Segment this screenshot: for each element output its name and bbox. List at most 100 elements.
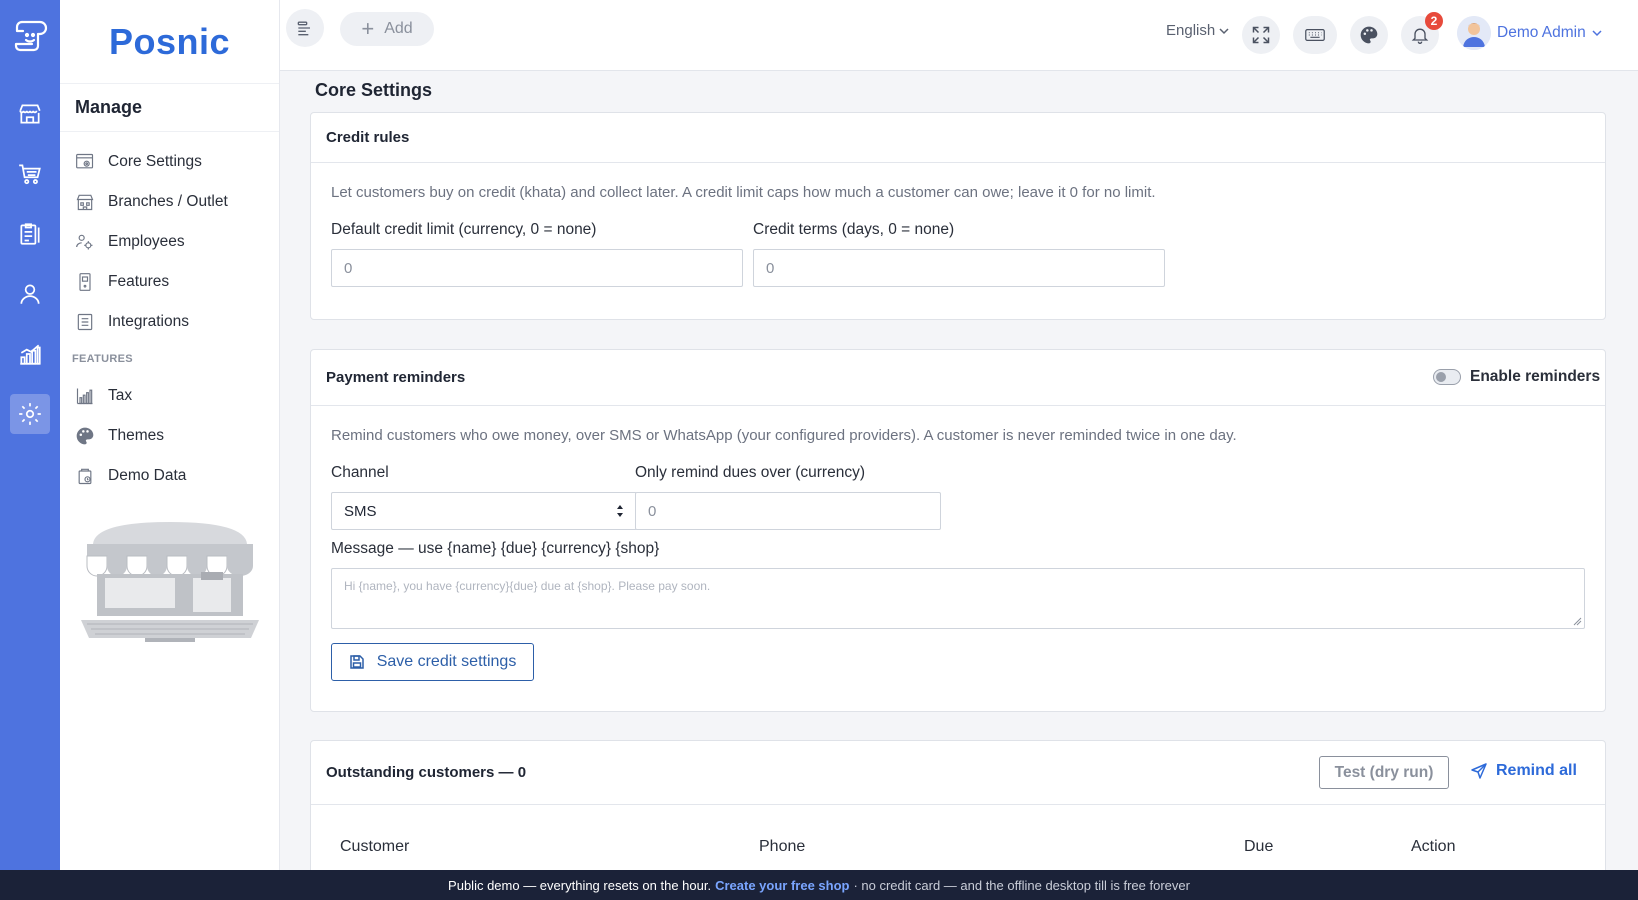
sidebar-item-features[interactable]: Features bbox=[60, 262, 279, 302]
main-content: Core Settings Credit rules Let customers… bbox=[280, 71, 1638, 870]
chevron-down-icon bbox=[1592, 30, 1602, 37]
palette-icon bbox=[76, 427, 94, 445]
page-title: Core Settings bbox=[315, 80, 433, 100]
language-label: English bbox=[1166, 22, 1216, 39]
notification-badge: 2 bbox=[1425, 12, 1443, 30]
sidebar-item-branches[interactable]: Branches / Outlet bbox=[60, 182, 279, 222]
keyboard-icon bbox=[1305, 29, 1325, 41]
column-header-due: Due bbox=[1244, 838, 1274, 855]
default-credit-limit-label: Default credit limit (currency, 0 = none… bbox=[331, 221, 597, 238]
outstanding-customers-card: Outstanding customers — 0 Test (dry run)… bbox=[310, 740, 1606, 870]
rail-gear-icon[interactable] bbox=[10, 394, 50, 434]
list-icon bbox=[77, 313, 93, 331]
column-header-phone: Phone bbox=[759, 838, 806, 855]
save-icon bbox=[349, 655, 364, 669]
save-credit-settings-button[interactable]: Save credit settings bbox=[331, 643, 534, 681]
menu-toggle-button[interactable] bbox=[286, 9, 324, 47]
building-icon bbox=[76, 194, 94, 211]
demo-data-icon bbox=[78, 468, 92, 485]
brand-logo[interactable]: Posnic bbox=[60, 0, 279, 84]
payment-reminders-title: Payment reminders bbox=[326, 369, 466, 386]
keyboard-shortcuts-button[interactable] bbox=[1293, 16, 1337, 54]
sidebar-item-tax[interactable]: Tax bbox=[60, 376, 279, 416]
sidebar-item-label: Tax bbox=[108, 387, 133, 404]
bell-icon bbox=[1411, 28, 1429, 44]
user-menu[interactable]: Demo Admin bbox=[1457, 16, 1602, 50]
sidebar-item-label: Core Settings bbox=[108, 153, 202, 170]
resize-handle-icon bbox=[1573, 617, 1582, 626]
message-placeholder: Hi {name}, you have {currency}{due} due … bbox=[344, 579, 711, 593]
save-button-label: Save credit settings bbox=[376, 653, 517, 670]
sidebar-item-integrations[interactable]: Integrations bbox=[60, 302, 279, 342]
banner-text: Public demo — everything resets on the h… bbox=[448, 877, 712, 893]
sidebar-item-label: Themes bbox=[108, 427, 164, 444]
align-left-icon bbox=[297, 21, 310, 36]
language-select[interactable]: English bbox=[1166, 22, 1229, 39]
enable-reminders-label: Enable reminders bbox=[1470, 368, 1601, 385]
card-title: Outstanding customers — 0 Test (dry run)… bbox=[311, 741, 1605, 805]
payment-reminders-help: Remind customers who owe money, over SMS… bbox=[331, 427, 1237, 444]
min-due-input[interactable]: 0 bbox=[635, 492, 941, 530]
create-shop-link[interactable]: Create your free shop bbox=[715, 878, 849, 893]
palette-icon bbox=[1360, 26, 1378, 44]
remind-all-button[interactable]: Remind all bbox=[1471, 762, 1577, 780]
fullscreen-icon bbox=[1252, 26, 1270, 44]
outstanding-title: Outstanding customers — 0 bbox=[326, 764, 527, 781]
sidebar-item-demo-data[interactable]: Demo Data bbox=[60, 456, 279, 496]
channel-select[interactable]: SMS bbox=[331, 492, 637, 530]
message-label: Message — use {name} {due} {currency} {s… bbox=[331, 540, 660, 557]
credit-terms-input[interactable]: 0 bbox=[753, 249, 1165, 287]
sidebar-item-core-settings[interactable]: Core Settings bbox=[60, 142, 279, 182]
column-header-action: Action bbox=[1411, 838, 1456, 855]
credit-terms-label: Credit terms (days, 0 = none) bbox=[753, 221, 955, 238]
user-name: Demo Admin bbox=[1497, 24, 1586, 41]
card-title: Payment reminders Enable reminders bbox=[311, 350, 1605, 406]
credit-rules-card: Credit rules Let customers buy on credit… bbox=[310, 112, 1606, 320]
message-textarea[interactable]: Hi {name}, you have {currency}{due} due … bbox=[331, 568, 1585, 629]
avatar bbox=[1457, 16, 1491, 50]
sidebar-heading: Manage bbox=[60, 84, 279, 132]
column-header-customer: Customer bbox=[340, 838, 410, 855]
rail-cart-icon[interactable] bbox=[10, 154, 50, 194]
send-icon bbox=[1471, 763, 1487, 779]
add-button[interactable]: + Add bbox=[340, 12, 434, 46]
demo-banner: Public demo — everything resets on the h… bbox=[0, 870, 1638, 900]
sidebar-item-label: Integrations bbox=[108, 313, 189, 330]
icon-rail bbox=[0, 0, 60, 870]
add-button-label: Add bbox=[384, 20, 413, 37]
credit-rules-title: Credit rules bbox=[326, 129, 410, 146]
tax-chart-icon bbox=[76, 388, 93, 405]
test-dry-run-button[interactable]: Test (dry run) bbox=[1319, 756, 1449, 789]
settings-window-icon bbox=[76, 153, 94, 169]
sidebar-item-label: Features bbox=[108, 273, 170, 290]
sidebar-section-label: FEATURES bbox=[72, 353, 133, 365]
select-arrows-icon bbox=[617, 505, 623, 517]
theme-button[interactable] bbox=[1350, 16, 1388, 54]
banner-rest-text: · no credit card — and the offline deskt… bbox=[853, 877, 1190, 893]
enable-reminders-toggle[interactable] bbox=[1433, 369, 1461, 385]
min-due-label: Only remind dues over (currency) bbox=[635, 464, 865, 481]
top-bar: + Add English 2 Demo Admin bbox=[280, 0, 1638, 71]
device-icon bbox=[79, 273, 91, 291]
rail-user-icon[interactable] bbox=[10, 274, 50, 314]
rail-store-icon[interactable] bbox=[10, 94, 50, 134]
sidebar-item-themes[interactable]: Themes bbox=[60, 416, 279, 456]
chevron-down-icon bbox=[1219, 27, 1229, 34]
sidebar-item-label: Employees bbox=[108, 233, 185, 250]
sidebar-item-label: Demo Data bbox=[108, 467, 187, 484]
payment-reminders-card: Payment reminders Enable reminders Remin… bbox=[310, 349, 1606, 712]
plus-icon: + bbox=[361, 16, 375, 41]
rail-chart-icon[interactable] bbox=[10, 334, 50, 374]
sidebar: Posnic Manage Core Settings Branches / O… bbox=[60, 0, 280, 870]
fullscreen-button[interactable] bbox=[1242, 16, 1280, 54]
sidebar-item-label: Branches / Outlet bbox=[108, 193, 228, 210]
credit-rules-help: Let customers buy on credit (khata) and … bbox=[331, 184, 1156, 201]
rail-clipboard-icon[interactable] bbox=[10, 214, 50, 254]
remind-all-label: Remind all bbox=[1496, 762, 1577, 779]
sidebar-item-employees[interactable]: Employees bbox=[60, 222, 279, 262]
channel-value: SMS bbox=[344, 502, 377, 520]
default-credit-limit-input[interactable]: 0 bbox=[331, 249, 743, 287]
notifications-button[interactable]: 2 bbox=[1401, 12, 1443, 54]
app-logo-icon[interactable] bbox=[10, 14, 50, 54]
shop-illustration bbox=[81, 522, 259, 642]
